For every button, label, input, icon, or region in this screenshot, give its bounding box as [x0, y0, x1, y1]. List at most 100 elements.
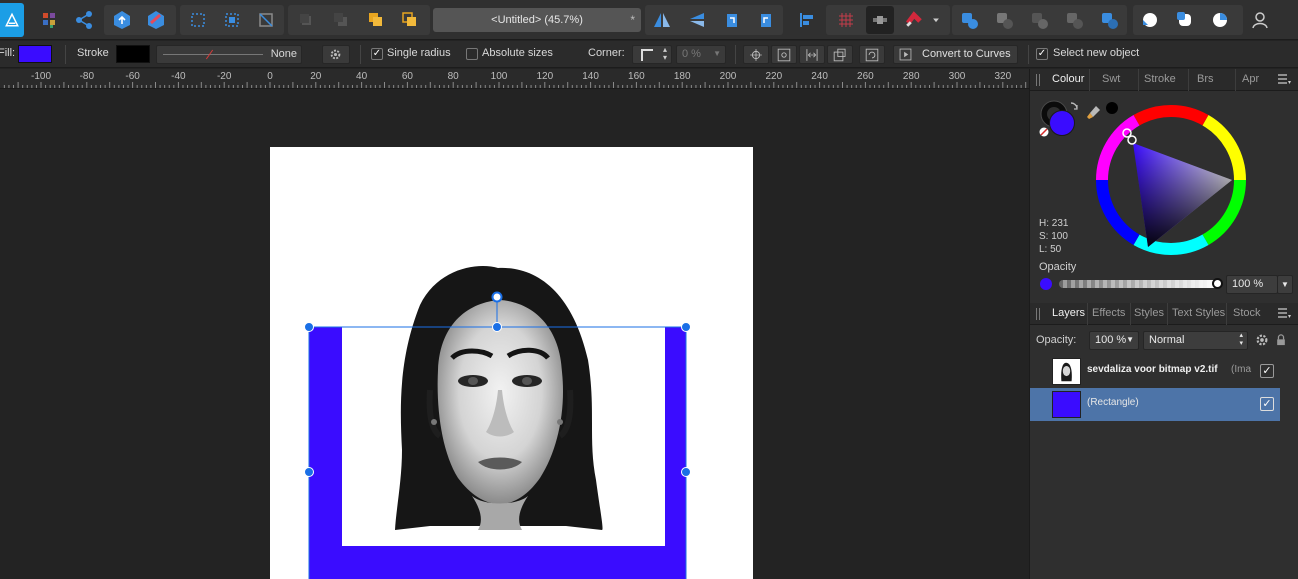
opacity-swatch	[1040, 278, 1052, 290]
arrange-forward-icon[interactable]	[362, 6, 390, 34]
divider	[1167, 303, 1168, 325]
arrange-back-icon[interactable]	[292, 6, 320, 34]
tab-appearance[interactable]: Apr	[1242, 73, 1259, 85]
blend-mode-select[interactable]: Normal ▴ ▾	[1143, 331, 1248, 350]
divider	[1235, 69, 1236, 91]
colour-handle[interactable]	[1127, 135, 1137, 145]
ruler-label: 140	[582, 71, 599, 82]
arrange-front-icon[interactable]	[396, 6, 424, 34]
distribute-button[interactable]	[799, 45, 825, 64]
tab-effects[interactable]: Effects	[1092, 307, 1125, 319]
ruler-label: 160	[628, 71, 645, 82]
tab-layers[interactable]: Layers	[1052, 307, 1085, 319]
assistant-icon[interactable]	[1136, 6, 1164, 34]
single-radius-checkbox[interactable]: ✓	[371, 48, 383, 60]
tab-text-styles[interactable]: Text Styles	[1172, 307, 1225, 319]
tab-brushes[interactable]: Brs	[1197, 73, 1214, 85]
absolute-sizes-label: Absolute sizes	[482, 47, 553, 59]
divider	[1028, 45, 1029, 64]
tab-stroke[interactable]: Stroke	[1144, 73, 1176, 85]
arrange-backward-icon[interactable]	[327, 6, 355, 34]
colour-picker-icon[interactable]	[1087, 106, 1100, 119]
gear-icon[interactable]	[1254, 332, 1270, 348]
layer-opacity-field[interactable]: 100 % ▼	[1089, 331, 1139, 350]
opacity-slider-handle[interactable]	[1212, 278, 1223, 289]
user-icon[interactable]	[1246, 6, 1274, 34]
opacity-value: 100 %	[1232, 278, 1264, 290]
add-operation-icon[interactable]	[955, 6, 983, 34]
show-handles-button[interactable]	[771, 45, 797, 64]
affinity-photo-logo[interactable]	[0, 3, 24, 37]
select-new-object-label: Select new object	[1053, 47, 1140, 59]
panel-grip[interactable]	[1036, 308, 1040, 320]
no-colour-icon[interactable]	[1039, 127, 1049, 137]
tab-stock[interactable]: Stock	[1233, 307, 1261, 319]
rotate-left-icon[interactable]	[718, 6, 746, 34]
ruler-label: 220	[765, 71, 783, 82]
convert-to-curves-button[interactable]: Convert to Curves	[893, 45, 1018, 64]
intersect-operation-icon[interactable]	[1025, 6, 1053, 34]
layer-visibility-checkbox[interactable]: ✓	[1260, 397, 1274, 411]
upload-icon[interactable]	[108, 6, 136, 34]
subtract-operation-icon[interactable]	[990, 6, 1018, 34]
quick-mask-icon[interactable]	[1171, 6, 1199, 34]
rotate-right-icon[interactable]	[752, 6, 780, 34]
stroke-width-slider[interactable]: None	[156, 45, 302, 64]
tab-styles[interactable]: Styles	[1134, 307, 1164, 319]
marquee-select-icon[interactable]	[184, 6, 212, 34]
align-left-icon[interactable]	[792, 6, 820, 34]
layer-opacity-label: Opacity:	[1036, 334, 1077, 346]
tab-swatches[interactable]: Swt	[1102, 73, 1120, 85]
xor-operation-icon[interactable]	[1060, 6, 1088, 34]
panel-menu-icon[interactable]	[1277, 307, 1291, 319]
layer-visibility-checkbox[interactable]: ✓	[1260, 364, 1274, 378]
portrait-bitmap[interactable]	[395, 265, 603, 530]
opacity-slider[interactable]	[1059, 278, 1223, 289]
snapping-toggle-icon[interactable]	[866, 6, 894, 34]
picked-colour-swatch[interactable]	[1106, 102, 1118, 114]
corner-value-input[interactable]: 0 % ▼	[676, 45, 726, 64]
share-icon[interactable]	[70, 6, 98, 34]
swap-colours-icon[interactable]	[1070, 102, 1078, 110]
tab-colour[interactable]: Colour	[1052, 73, 1084, 85]
select-new-object-checkbox[interactable]: ✓	[1036, 48, 1048, 60]
absolute-sizes-checkbox[interactable]	[466, 48, 478, 60]
rotate-icon	[865, 48, 879, 62]
stroke-settings-button[interactable]	[322, 45, 350, 64]
panel-menu-icon[interactable]	[1277, 73, 1291, 85]
ruler-label: 280	[902, 71, 920, 82]
layer-row-bitmap[interactable]: sevdaliza voor bitmap v2.tif (Ima ✓	[1030, 355, 1280, 388]
colour-picker-icon[interactable]	[1206, 6, 1234, 34]
ruler-ticks	[3, 82, 1027, 88]
develop-icon[interactable]	[142, 6, 170, 34]
layer-name: sevdaliza voor bitmap v2.tif	[1087, 364, 1218, 375]
divide-operation-icon[interactable]	[1095, 6, 1123, 34]
document-title[interactable]: <Untitled> (45.7%) *	[433, 8, 641, 32]
select-all-icon[interactable]	[218, 6, 246, 34]
magnet-options-icon[interactable]	[928, 6, 944, 34]
persona-grid-icon[interactable]	[36, 6, 64, 34]
document-canvas[interactable]	[0, 90, 1029, 579]
transform-select-icon[interactable]	[252, 6, 280, 34]
grid-icon[interactable]	[832, 6, 860, 34]
corner-label: Corner:	[588, 47, 625, 59]
layer-row-rectangle[interactable]: (Rectangle) ✓	[1030, 388, 1280, 421]
rotate-handles-button[interactable]	[859, 45, 885, 64]
fill-swatch[interactable]	[18, 45, 52, 63]
corner-shape-icon	[641, 49, 653, 61]
ruler-label: 320	[994, 71, 1012, 82]
bounding-box-button[interactable]	[827, 45, 853, 64]
ruler-label: 80	[447, 71, 459, 82]
opacity-value-field[interactable]: 100 %	[1226, 275, 1278, 294]
flip-horizontal-icon[interactable]	[648, 6, 676, 34]
lock-icon[interactable]	[1274, 332, 1288, 348]
corner-type-select[interactable]: ▴ ▾	[632, 45, 672, 64]
horizontal-ruler[interactable]: -100 -80 -60 -40 -20 0 20 40 60 80 100 120 140 160 180…	[0, 69, 1029, 89]
flip-vertical-icon[interactable]	[683, 6, 711, 34]
magnet-icon[interactable]	[900, 6, 928, 34]
stroke-swatch[interactable]	[116, 45, 150, 63]
opacity-dropdown[interactable]: ▼	[1277, 275, 1293, 294]
transform-origin-button[interactable]	[743, 45, 769, 64]
ruler-label: -60	[125, 71, 140, 82]
panel-grip[interactable]	[1036, 74, 1040, 86]
